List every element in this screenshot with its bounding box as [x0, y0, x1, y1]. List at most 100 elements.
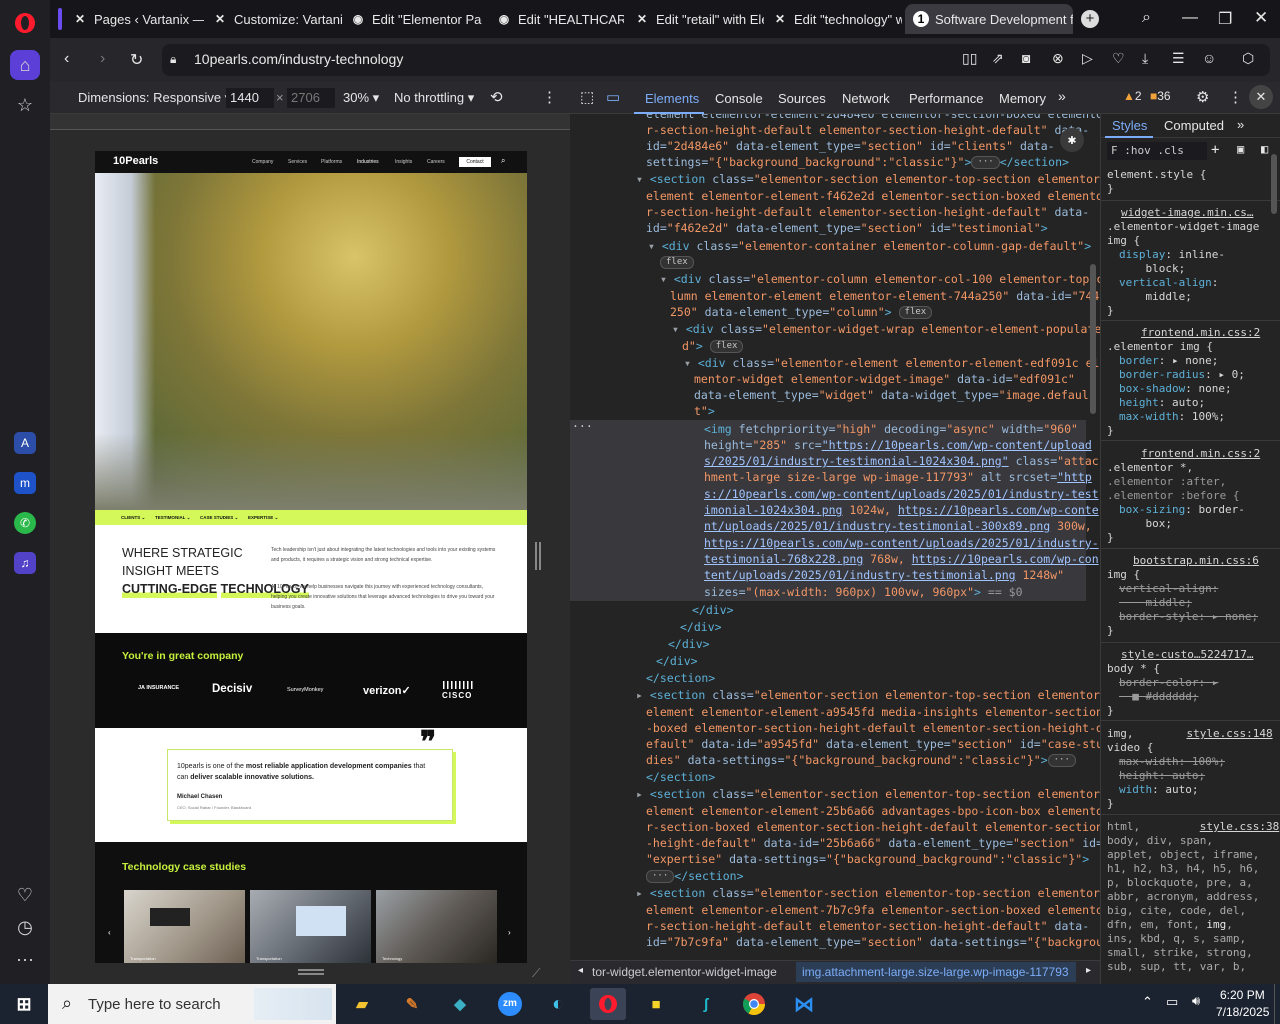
- tab-pages[interactable]: ✕Pages ‹ Vartanix — W: [64, 4, 204, 34]
- new-tab-button[interactable]: +: [1081, 10, 1099, 28]
- adblock-icon[interactable]: ⊗: [1052, 50, 1064, 67]
- windows-start-icon[interactable]: ⊞: [6, 988, 42, 1020]
- section-expertise-node[interactable]: ▸ <section class="elementor-section elem…: [636, 786, 1100, 803]
- subnav-expertise[interactable]: EXPERTISE ⌄: [248, 515, 278, 521]
- tab-sources[interactable]: Sources: [778, 91, 826, 106]
- tab-performance[interactable]: Performance: [909, 91, 983, 106]
- subnav-testimonial[interactable]: TESTIMONIAL ⌄: [155, 515, 190, 521]
- toggle-rendering-icon[interactable]: ▣: [1237, 142, 1244, 156]
- tray-chevron-icon[interactable]: ⌃: [1142, 994, 1153, 1010]
- issues-badge[interactable]: ■36: [1150, 89, 1171, 103]
- site-search-icon[interactable]: ⌕: [501, 156, 505, 166]
- clock-time[interactable]: 6:20 PM: [1220, 988, 1265, 1002]
- tab-edit-elementor-page[interactable]: ◉Edit "Elementor Page: [342, 4, 482, 34]
- more-style-tabs-icon[interactable]: »: [1237, 117, 1244, 132]
- close-devtools-icon[interactable]: ✕: [1249, 85, 1273, 109]
- case-card-3[interactable]: Technology: [376, 890, 497, 963]
- music-player-icon[interactable]: ♫: [10, 548, 40, 578]
- sidebar-toggle-icon[interactable]: ◧: [1261, 142, 1268, 156]
- show-desktop-button[interactable]: [1274, 984, 1280, 1024]
- maximize-icon[interactable]: ❐: [1218, 9, 1232, 29]
- opera-taskbar-icon[interactable]: [590, 988, 626, 1020]
- reader-icon[interactable]: ▯▯: [962, 50, 977, 67]
- widget-wrap-node[interactable]: ▾ <div class="elementor-widget-wrap elem…: [672, 321, 1100, 338]
- settings-gear-icon[interactable]: ⚙: [1196, 88, 1209, 106]
- minimize-icon[interactable]: —: [1182, 9, 1198, 27]
- address-bar[interactable]: 🔒︎ 10pearls.com/industry-technology ▯▯ ⇗…: [162, 44, 1270, 76]
- nav-company[interactable]: Company: [252, 159, 273, 165]
- tab-network[interactable]: Network: [842, 91, 890, 106]
- add-rule-icon[interactable]: +: [1211, 142, 1219, 158]
- easy-setup-icon[interactable]: ☰: [1172, 50, 1185, 67]
- tab-computed[interactable]: Computed: [1164, 118, 1224, 133]
- throttle-select[interactable]: No throttling ▾: [394, 90, 474, 106]
- tab-styles[interactable]: Styles: [1105, 114, 1153, 138]
- star-icon[interactable]: ☆: [10, 90, 40, 120]
- nav-services[interactable]: Services: [288, 159, 307, 165]
- favorite-icon[interactable]: ♡: [1112, 50, 1125, 67]
- inspect-icon[interactable]: ⬚: [580, 88, 594, 106]
- share-icon[interactable]: ⇗: [992, 50, 1004, 67]
- sticky-notes-icon[interactable]: ■: [638, 988, 674, 1020]
- messenger-icon[interactable]: m: [10, 468, 40, 498]
- heart-icon[interactable]: ♡: [10, 880, 40, 910]
- case-card-1[interactable]: Transportation: [124, 890, 245, 963]
- nav-insights[interactable]: Insights: [395, 159, 412, 165]
- nav-industries[interactable]: Industries: [357, 159, 379, 165]
- edge-icon[interactable]: ◐: [540, 988, 576, 1020]
- crumb-left-icon[interactable]: ◂: [578, 965, 583, 976]
- subnav-case-studies[interactable]: CASE STUDIES ⌄: [200, 515, 238, 521]
- stylus-icon[interactable]: ʃ: [688, 988, 724, 1020]
- case-next-icon[interactable]: ›: [508, 928, 511, 937]
- case-card-2[interactable]: Transportation: [250, 890, 371, 963]
- flow-icon[interactable]: ▷: [1082, 50, 1093, 67]
- elements-scrollbar[interactable]: [1090, 264, 1096, 414]
- download-icon[interactable]: ⤓: [1142, 50, 1148, 67]
- more-tabs-icon[interactable]: »: [1058, 88, 1066, 104]
- devtools-menu-icon[interactable]: ⋮: [1228, 88, 1243, 106]
- nav-platforms[interactable]: Platforms: [321, 159, 342, 165]
- vscode-icon[interactable]: ⋈: [786, 988, 822, 1020]
- nav-careers[interactable]: Careers: [427, 159, 445, 165]
- device-toggle-icon[interactable]: ▭: [606, 88, 620, 106]
- aria-icon[interactable]: A: [10, 428, 40, 458]
- accessibility-icon[interactable]: ✱: [1060, 128, 1084, 152]
- file-explorer-icon[interactable]: ▰: [344, 988, 380, 1020]
- opera-logo-icon[interactable]: [10, 8, 40, 38]
- history-icon[interactable]: ◷: [10, 912, 40, 942]
- home-icon[interactable]: ⌂: [10, 50, 40, 80]
- resize-corner-icon[interactable]: ⟋: [532, 966, 540, 981]
- section-case-studies-node[interactable]: ▸ <section class="elementor-section elem…: [636, 687, 1100, 704]
- resize-handle-right[interactable]: [535, 542, 541, 570]
- close-window-icon[interactable]: ✕: [1254, 8, 1268, 28]
- resize-handle-bottom[interactable]: [298, 969, 324, 975]
- forward-icon[interactable]: ›: [100, 50, 105, 68]
- tab-software-development[interactable]: 1 Software Development for: [905, 4, 1073, 34]
- back-icon[interactable]: ‹: [64, 50, 69, 68]
- crumb-right-icon[interactable]: ▸: [1086, 965, 1091, 976]
- subnav-clients[interactable]: CLIENTS ⌄: [121, 515, 145, 521]
- container-node[interactable]: ▾ <div class="elementor-container elemen…: [648, 238, 1091, 255]
- url-text[interactable]: 10pearls.com/industry-technology: [194, 51, 403, 67]
- extensions-icon[interactable]: ⬡: [1242, 50, 1254, 67]
- tab-customize[interactable]: ✕Customize: Vartanix |: [204, 4, 342, 34]
- widget-image-node[interactable]: ▾ <div class="elementor-element elemento…: [684, 355, 1100, 372]
- section-next-node[interactable]: ▸ <section class="elementor-section elem…: [636, 885, 1100, 902]
- paint-icon[interactable]: ✎: [394, 988, 430, 1020]
- device-menu-icon[interactable]: ⋮: [542, 88, 557, 106]
- case-prev-icon[interactable]: ‹: [108, 928, 111, 937]
- whatsapp-icon[interactable]: ✆: [10, 508, 40, 538]
- height-input[interactable]: 2706: [287, 88, 335, 108]
- app-diamond-icon[interactable]: ◆: [442, 988, 478, 1020]
- reload-icon[interactable]: ↻: [130, 50, 143, 70]
- breadcrumb-widget[interactable]: tor-widget.elementor-widget-image: [592, 965, 777, 979]
- styles-scrollbar[interactable]: [1271, 154, 1277, 214]
- site-logo[interactable]: 10Pearls: [113, 155, 158, 167]
- warnings-badge[interactable]: ▲2: [1123, 89, 1142, 103]
- camera-icon[interactable]: ◙: [1022, 50, 1030, 66]
- profile-icon[interactable]: ☺: [1202, 50, 1216, 66]
- tab-edit-healthcare[interactable]: ◉Edit "HEALTHCARE": [488, 4, 624, 34]
- zoom-icon[interactable]: zm: [492, 988, 528, 1020]
- width-input[interactable]: 1440: [226, 88, 274, 108]
- tab-edit-technology[interactable]: ✕ Edit "technology" wi: [764, 4, 902, 34]
